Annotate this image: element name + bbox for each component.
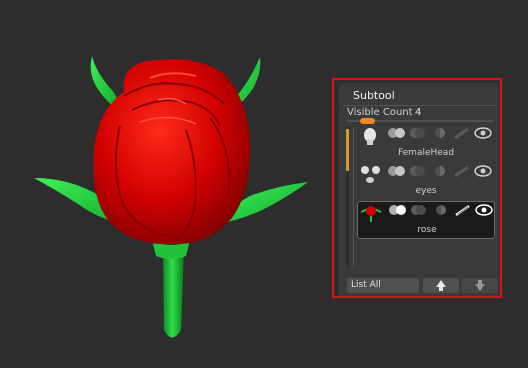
rose-model — [34, 56, 308, 338]
rose-thumbnail — [360, 206, 382, 222]
arrow-right-icon — [423, 296, 459, 298]
solo-icon[interactable] — [431, 127, 449, 139]
slider-knob[interactable] — [360, 118, 376, 124]
subtool-name: rose — [417, 225, 437, 235]
dynamesh-icon[interactable] — [409, 127, 427, 139]
arrow-up-icon — [436, 280, 446, 291]
dynamesh-icon[interactable] — [409, 165, 427, 177]
viewport-canvas[interactable] — [0, 0, 330, 368]
secondary-up-button[interactable] — [423, 296, 459, 298]
list-all-button[interactable]: List All — [347, 278, 419, 293]
subtool-panel-highlight: Subtool Visible Count 4 FemaleHead eyes … — [332, 78, 502, 298]
arrow-down-icon — [475, 280, 485, 291]
visibility-eye-icon[interactable] — [473, 127, 493, 139]
move-up-button[interactable] — [423, 278, 459, 293]
stem — [163, 250, 184, 338]
move-down-button[interactable] — [462, 278, 498, 293]
solo-icon[interactable] — [432, 204, 450, 216]
brush-icon[interactable] — [453, 127, 471, 139]
subtool-item-femalehead[interactable]: FemaleHead — [357, 125, 495, 163]
subtool-name: eyes — [415, 186, 437, 196]
visible-count-value: 4 — [415, 107, 422, 118]
polypaint-icon[interactable] — [387, 127, 407, 139]
visible-count-slider[interactable]: Visible Count 4 — [347, 107, 493, 124]
visible-count-label: Visible Count — [347, 107, 413, 118]
subtool-item-eyes[interactable]: eyes — [357, 163, 495, 201]
brush-icon[interactable] — [453, 165, 471, 177]
tree-line — [353, 127, 354, 267]
dynamesh-icon[interactable] — [410, 204, 428, 216]
eyes-thumbnail — [361, 166, 380, 183]
visibility-eye-icon[interactable] — [473, 165, 493, 177]
panel-title[interactable]: Subtool — [353, 89, 395, 102]
subtool-item-rose[interactable]: rose — [357, 201, 495, 239]
polypaint-icon[interactable] — [388, 204, 408, 216]
title-divider — [343, 105, 495, 106]
scrollbar-thumb[interactable] — [346, 129, 349, 171]
polypaint-icon[interactable] — [387, 165, 407, 177]
secondary-button[interactable] — [347, 296, 419, 298]
subtool-panel: Subtool Visible Count 4 FemaleHead eyes … — [339, 83, 499, 298]
brush-icon[interactable] — [454, 204, 472, 216]
subtool-name: FemaleHead — [397, 148, 455, 158]
head-thumbnail — [364, 128, 376, 145]
solo-icon[interactable] — [431, 165, 449, 177]
visibility-eye-icon[interactable] — [474, 204, 494, 216]
secondary-down-button[interactable] — [462, 296, 498, 298]
